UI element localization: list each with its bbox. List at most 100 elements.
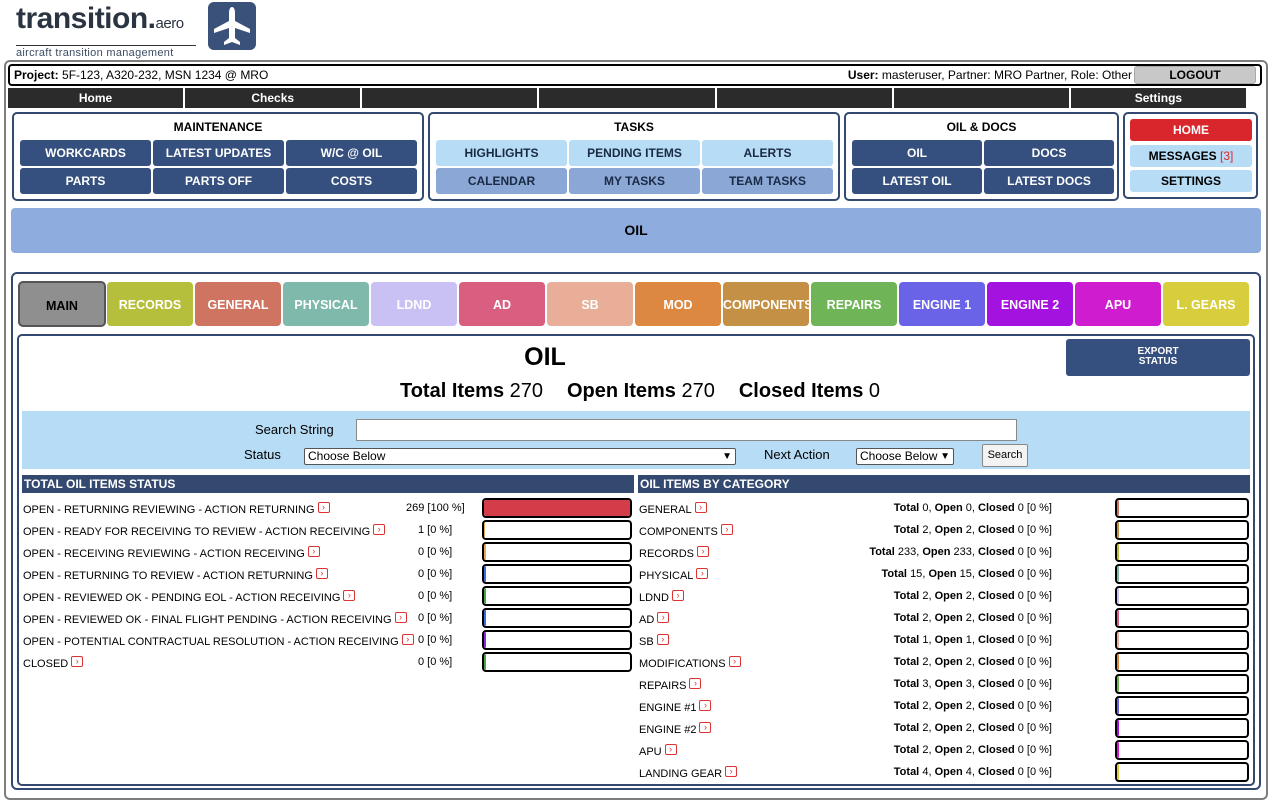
alerts-button[interactable]: ALERTS: [702, 140, 833, 166]
category-total: 3: [922, 678, 929, 690]
category-progress-fill: [1117, 544, 1119, 560]
open-link-icon[interactable]: ›: [71, 656, 84, 667]
oil-button[interactable]: OIL: [852, 140, 982, 166]
open-link-icon[interactable]: ›: [394, 612, 407, 623]
open-link-icon[interactable]: ›: [343, 590, 356, 601]
tab-engine-2[interactable]: ENGINE 2: [986, 281, 1074, 327]
logout-button[interactable]: LOGOUT: [1134, 66, 1256, 84]
open-link-icon[interactable]: ›: [657, 612, 670, 623]
open-link-icon[interactable]: ›: [699, 722, 712, 733]
status-row-label: CLOSED: [23, 658, 69, 670]
tab-repairs[interactable]: REPAIRS: [810, 281, 898, 327]
status-progress-fill: [484, 500, 630, 516]
parts-off-button[interactable]: PARTS OFF: [153, 168, 284, 194]
search-input[interactable]: [356, 419, 1017, 441]
tab-apu[interactable]: APU: [1074, 281, 1162, 327]
latest-docs-button[interactable]: LATEST DOCS: [984, 168, 1114, 194]
status-row-value: 0 [0 %]: [418, 656, 453, 668]
export-status-button[interactable]: EXPORT STATUS: [1066, 339, 1250, 376]
tab-l-gears[interactable]: L. GEARS: [1162, 281, 1250, 327]
highlights-button[interactable]: HIGHLIGHTS: [436, 140, 567, 166]
category-row-label: GENERAL: [639, 504, 692, 516]
costs-button[interactable]: COSTS: [286, 168, 417, 194]
next-action-select[interactable]: Choose Below ▼: [856, 448, 954, 465]
tab-sb[interactable]: SB: [546, 281, 634, 327]
open-link-icon[interactable]: ›: [720, 524, 733, 535]
nav-empty-2[interactable]: [539, 88, 717, 108]
pending-items-button[interactable]: PENDING ITEMS: [569, 140, 700, 166]
open-items-label: Open Items: [567, 380, 676, 402]
open-link-icon[interactable]: ›: [697, 546, 710, 557]
category-row-counts: Total 2, Open 2, Closed 0 [0 %]: [893, 722, 1052, 734]
tab-components[interactable]: COMPONENTS: [722, 281, 813, 327]
open-link-icon[interactable]: ›: [664, 744, 677, 755]
category-total: 2: [922, 524, 929, 536]
open-link-icon[interactable]: ›: [699, 700, 712, 711]
category-open: 2: [965, 722, 972, 734]
team-tasks-button[interactable]: TEAM TASKS: [702, 168, 833, 194]
nav-empty-4[interactable]: [893, 88, 1071, 108]
closed-word: Closed: [978, 744, 1015, 756]
category-open: 4: [965, 766, 972, 778]
tab-ldnd[interactable]: LDND: [370, 281, 458, 327]
search-button[interactable]: Search: [982, 444, 1028, 467]
messages-button[interactable]: MESSAGES [3]: [1130, 145, 1252, 167]
open-link-icon[interactable]: ›: [307, 546, 320, 557]
category-row-counts: Total 233, Open 233, Closed 0 [0 %]: [869, 546, 1052, 558]
open-link-icon[interactable]: ›: [317, 502, 330, 513]
open-link-icon[interactable]: ›: [689, 678, 702, 689]
latest-oil-button[interactable]: LATEST OIL: [852, 168, 982, 194]
tab-main[interactable]: MAIN: [18, 281, 106, 327]
category-progress-fill: [1117, 500, 1119, 516]
latest-updates-button[interactable]: LATEST UPDATES: [153, 140, 284, 166]
total-word: Total: [893, 744, 920, 756]
open-link-icon[interactable]: ›: [401, 634, 414, 645]
category-progress-bar: [1115, 718, 1249, 738]
category-progress-bar: [1115, 564, 1249, 584]
workcards-button[interactable]: WORKCARDS: [20, 140, 151, 166]
nav-settings[interactable]: Settings: [1070, 88, 1248, 108]
category-row: LANDING GEAR › Total 4, Open 4, Closed 0 […: [638, 762, 1250, 784]
category-progress-bar: [1115, 608, 1249, 628]
calendar-button[interactable]: CALENDAR: [436, 168, 567, 194]
nav-home[interactable]: Home: [8, 88, 186, 108]
category-open: 233: [953, 546, 972, 558]
status-select[interactable]: Choose Below ▼: [304, 448, 736, 465]
home-button[interactable]: HOME: [1130, 119, 1252, 141]
tab-mod[interactable]: MOD: [634, 281, 722, 327]
tab-records[interactable]: RECORDS: [106, 281, 194, 327]
category-closed: 0 [0 %]: [1017, 656, 1052, 668]
tab-engine-1[interactable]: ENGINE 1: [898, 281, 986, 327]
nav-checks[interactable]: Checks: [185, 88, 363, 108]
tab-ad[interactable]: AD: [458, 281, 546, 327]
settings-button[interactable]: SETTINGS: [1130, 170, 1252, 192]
open-word: Open: [934, 766, 963, 778]
nav-empty-3[interactable]: [716, 88, 894, 108]
open-link-icon[interactable]: ›: [696, 568, 709, 579]
docs-button[interactable]: DOCS: [984, 140, 1114, 166]
status-row: OPEN - RETURNING REVIEWING - ACTION RETU…: [22, 498, 634, 520]
category-progress-bar: [1115, 652, 1249, 672]
open-link-icon[interactable]: ›: [656, 634, 669, 645]
nav-empty-1[interactable]: [362, 88, 540, 108]
open-link-icon[interactable]: ›: [373, 524, 386, 535]
category-open: 2: [965, 524, 972, 536]
tab-physical[interactable]: PHYSICAL: [282, 281, 370, 327]
category-progress-bar: [1115, 740, 1249, 760]
tab-general[interactable]: GENERAL: [194, 281, 282, 327]
wc-at-oil-button[interactable]: W/C @ OIL: [286, 140, 417, 166]
messages-label: MESSAGES: [1148, 149, 1217, 163]
open-link-icon[interactable]: ›: [728, 656, 741, 667]
open-link-icon[interactable]: ›: [725, 766, 738, 777]
page-title: OIL: [524, 343, 566, 371]
category-progress-fill: [1117, 632, 1119, 648]
parts-button[interactable]: PARTS: [20, 168, 151, 194]
open-link-icon[interactable]: ›: [694, 502, 707, 513]
open-link-icon[interactable]: ›: [315, 568, 328, 579]
open-word: Open: [934, 502, 963, 514]
my-tasks-button[interactable]: MY TASKS: [569, 168, 700, 194]
open-link-icon[interactable]: ›: [671, 590, 684, 601]
project-bar: Project: 5F-123, A320-232, MSN 1234 @ MR…: [8, 64, 1262, 86]
category-total: 15: [910, 568, 923, 580]
category-row-counts: Total 2, Open 2, Closed 0 [0 %]: [893, 590, 1052, 602]
